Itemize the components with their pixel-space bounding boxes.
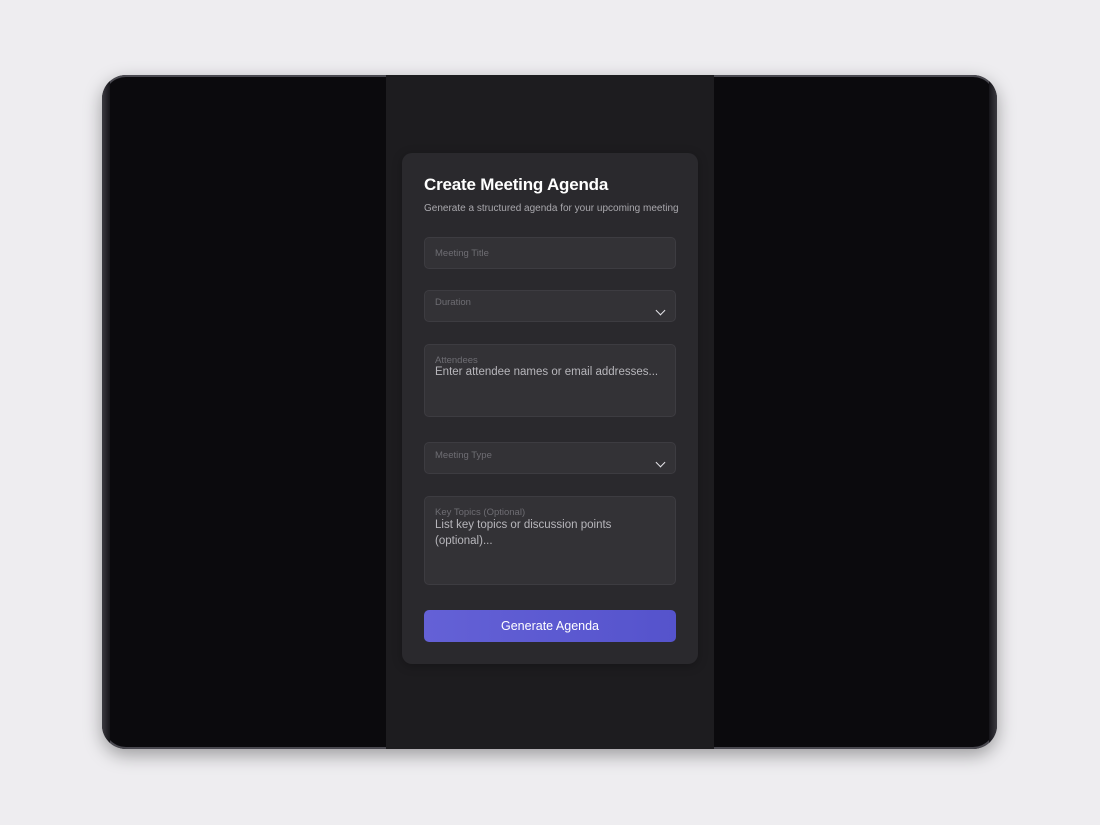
app-viewport: Create Meeting Agenda Generate a structu…: [386, 75, 714, 749]
form-subtitle: Generate a structured agenda for your up…: [424, 203, 679, 214]
form-title: Create Meeting Agenda: [424, 175, 609, 194]
agenda-form-card: Create Meeting Agenda Generate a structu…: [402, 153, 698, 664]
generate-agenda-button[interactable]: Generate Agenda: [424, 610, 676, 642]
chevron-down-icon: [655, 457, 666, 468]
device-bezel-right: [989, 75, 997, 749]
meeting-type-label: Meeting Type: [435, 450, 492, 461]
meeting-title-field[interactable]: Meeting Title: [424, 237, 676, 269]
meeting-title-label: Meeting Title: [435, 248, 489, 259]
duration-select[interactable]: Duration: [424, 290, 676, 322]
duration-label: Duration: [435, 297, 471, 308]
key-topics-field[interactable]: Key Topics (Optional) List key topics or…: [424, 496, 676, 585]
device-bezel-left: [102, 75, 110, 749]
chevron-down-icon: [655, 305, 666, 316]
key-topics-placeholder: List key topics or discussion points (op…: [435, 519, 612, 547]
attendees-placeholder: Enter attendee names or email addresses.…: [435, 366, 659, 378]
meeting-type-select[interactable]: Meeting Type: [424, 442, 676, 474]
device-frame: Create Meeting Agenda Generate a structu…: [102, 75, 997, 749]
attendees-field[interactable]: Attendees Enter attendee names or email …: [424, 344, 676, 417]
